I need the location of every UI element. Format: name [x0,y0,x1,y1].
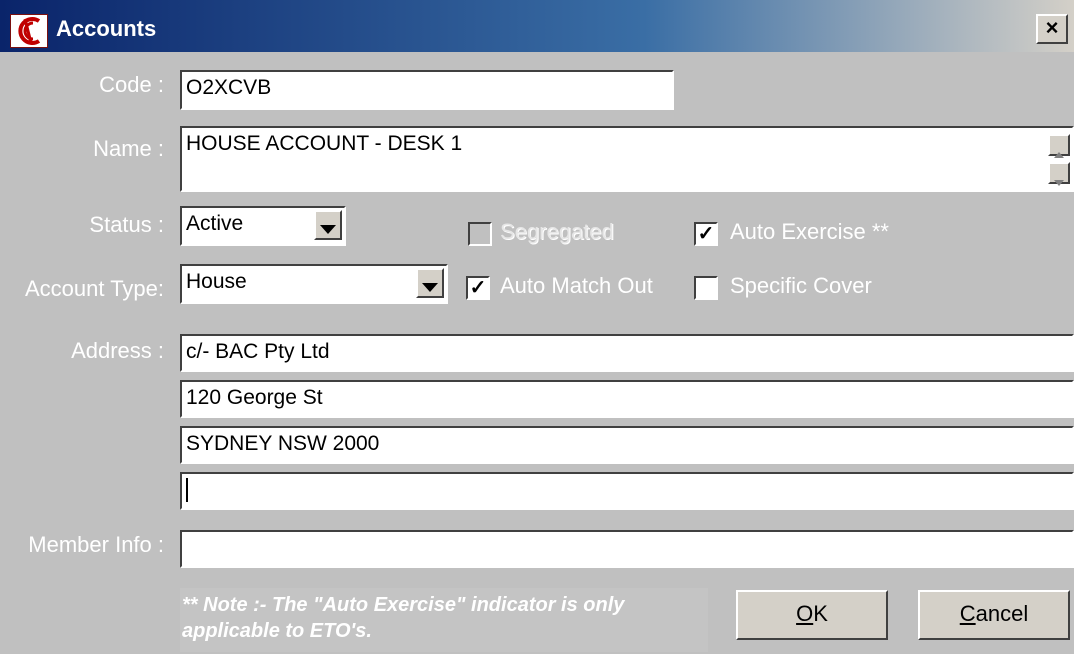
cancel-mnemonic: C [959,601,976,626]
name-value: HOUSE ACCOUNT - DESK 1 [186,132,463,155]
account-type-select[interactable]: House [180,264,448,304]
address-line-1-field[interactable]: c/- BAC Pty Ltd [180,334,1074,372]
code-field[interactable]: O2XCVB [180,70,674,110]
checkmark-icon: ✓ [697,223,715,245]
ok-mnemonic: O [796,601,814,626]
segregated-label: Segregated [500,219,614,244]
segregated-checkbox[interactable] [468,222,492,246]
cancel-button[interactable]: Cancel [918,590,1070,640]
account-type-dropdown-button[interactable] [416,268,444,298]
address-line-3-field[interactable]: SYDNEY NSW 2000 [180,426,1074,464]
name-scroll-down-button[interactable] [1048,162,1070,186]
address-line-3-value: SYDNEY NSW 2000 [186,432,380,455]
address-line-1-value: c/- BAC Pty Ltd [186,340,330,363]
auto-exercise-note: ** Note :- The "Auto Exercise" indicator… [180,588,708,652]
auto-exercise-checkbox[interactable]: ✓ [694,222,718,246]
ok-button[interactable]: OK [736,590,888,640]
close-icon: × [1045,15,1059,40]
name-label: Name : [93,136,164,161]
accounts-app-icon [10,14,48,48]
title-bar[interactable]: Accounts × [0,0,1074,52]
specific-cover-label: Specific Cover [730,273,872,298]
address-label: Address : [71,338,164,363]
cancel-label-rest: ancel [975,601,1029,626]
name-scroll-up-button[interactable] [1048,134,1070,158]
status-select[interactable]: Active [180,206,346,246]
code-value: O2XCVB [186,76,272,99]
status-label: Status : [89,212,164,237]
account-type-value: House [186,270,247,293]
scroll-down-icon [1054,180,1064,186]
code-label: Code : [99,72,164,97]
ok-label-rest: K [813,601,828,626]
account-type-label: Account Type: [24,276,164,301]
address-line-4-field[interactable] [180,472,1074,510]
status-value: Active [186,212,244,235]
close-button[interactable]: × [1036,14,1068,44]
member-info-label: Member Info : [28,532,164,557]
chevron-down-icon [320,225,336,234]
specific-cover-checkbox[interactable] [694,276,718,300]
text-cursor [186,478,188,503]
auto-match-out-checkbox[interactable]: ✓ [466,276,490,300]
address-line-2-value: 120 George St [186,386,323,409]
status-dropdown-button[interactable] [314,210,342,240]
scroll-up-icon [1054,152,1064,158]
address-line-2-field[interactable]: 120 George St [180,380,1074,418]
auto-exercise-label: Auto Exercise ** [730,219,889,244]
checkmark-icon: ✓ [469,277,487,299]
chevron-down-icon [422,283,438,292]
name-field[interactable]: HOUSE ACCOUNT - DESK 1 [180,126,1074,192]
window-title: Accounts [56,16,157,41]
auto-match-out-label: Auto Match Out [500,273,653,298]
member-info-field[interactable] [180,530,1074,568]
